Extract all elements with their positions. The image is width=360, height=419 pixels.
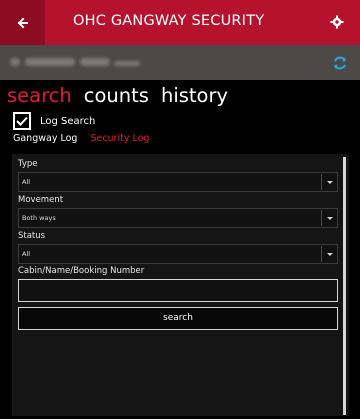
type-select[interactable]: All [18,172,338,192]
chevron-down-icon [327,181,333,184]
movement-label: Movement [18,195,64,205]
select-divider [321,210,322,226]
refresh-icon[interactable] [332,55,348,71]
query-label: Cabin/Name/Booking Number [18,266,145,276]
status-label: Status [18,231,46,241]
status-select-value: All [22,250,31,258]
app-title: OHC GANGWAY SECURITY [73,13,265,29]
status-select[interactable]: All [18,244,338,264]
chevron-down-icon [327,253,333,256]
tab-gangway-log[interactable]: Gangway Log [13,133,77,144]
log-type-tabs: Gangway Log Security Log [13,133,149,144]
chevron-down-icon [327,217,333,220]
log-search-row: Log Search [13,112,95,130]
tab-search[interactable]: search [7,84,72,110]
cabin-name-booking-input[interactable] [18,279,338,302]
tab-history[interactable]: history [161,84,228,110]
movement-select-value: Both ways [22,214,56,222]
search-button[interactable]: search [18,307,338,330]
movement-select[interactable]: Both ways [18,208,338,228]
gear-icon[interactable] [330,15,344,29]
select-divider [321,174,322,190]
user-bar [0,45,360,80]
back-button[interactable] [0,0,45,45]
back-arrow-icon [17,17,28,28]
log-search-checkbox[interactable] [13,112,31,130]
checkmark-icon [16,116,28,126]
select-divider [321,246,322,262]
redacted-username [10,55,140,69]
scrollbar[interactable] [343,157,346,415]
type-label: Type [18,159,38,169]
app-header: OHC GANGWAY SECURITY [0,0,360,45]
pivot-tabs: search counts history [7,84,228,110]
tab-security-log[interactable]: Security Log [90,133,149,144]
type-select-value: All [22,178,31,186]
log-search-label: Log Search [40,115,96,127]
tab-counts[interactable]: counts [84,84,149,110]
